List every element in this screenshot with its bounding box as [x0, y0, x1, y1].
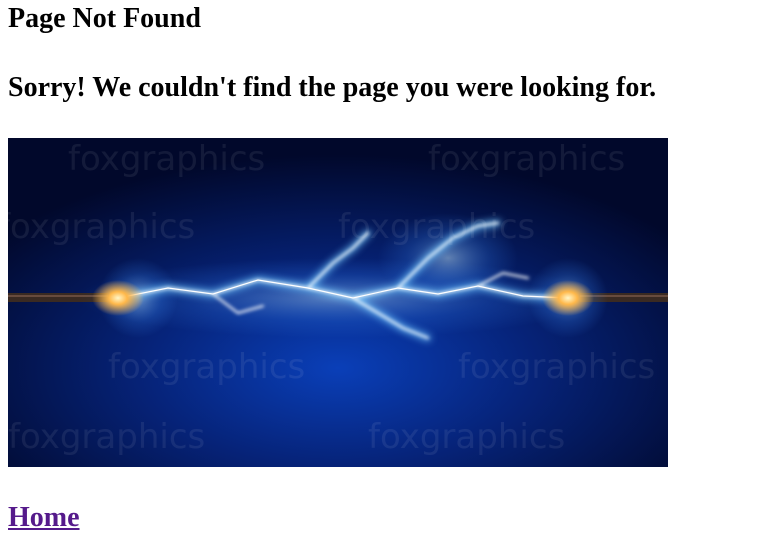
page-title: Page Not Found [8, 3, 201, 34]
home-link[interactable]: Home [8, 502, 80, 534]
svg-text:foxgraphics: foxgraphics [8, 417, 205, 457]
spark-illustration: foxgraphics foxgraphics foxgraphics foxg… [8, 138, 668, 467]
svg-text:foxgraphics: foxgraphics [368, 417, 565, 457]
right-spark [542, 280, 594, 316]
svg-text:foxgraphics: foxgraphics [458, 347, 655, 387]
error-message: Sorry! We couldn't find the page you wer… [8, 72, 657, 103]
svg-text:foxgraphics: foxgraphics [68, 139, 265, 179]
svg-text:foxgraphics: foxgraphics [338, 207, 535, 247]
svg-text:foxgraphics: foxgraphics [8, 207, 195, 247]
left-spark [92, 280, 144, 316]
svg-text:foxgraphics: foxgraphics [108, 347, 305, 387]
svg-text:foxgraphics: foxgraphics [428, 139, 625, 179]
electric-spark-image: foxgraphics foxgraphics foxgraphics foxg… [8, 138, 668, 467]
